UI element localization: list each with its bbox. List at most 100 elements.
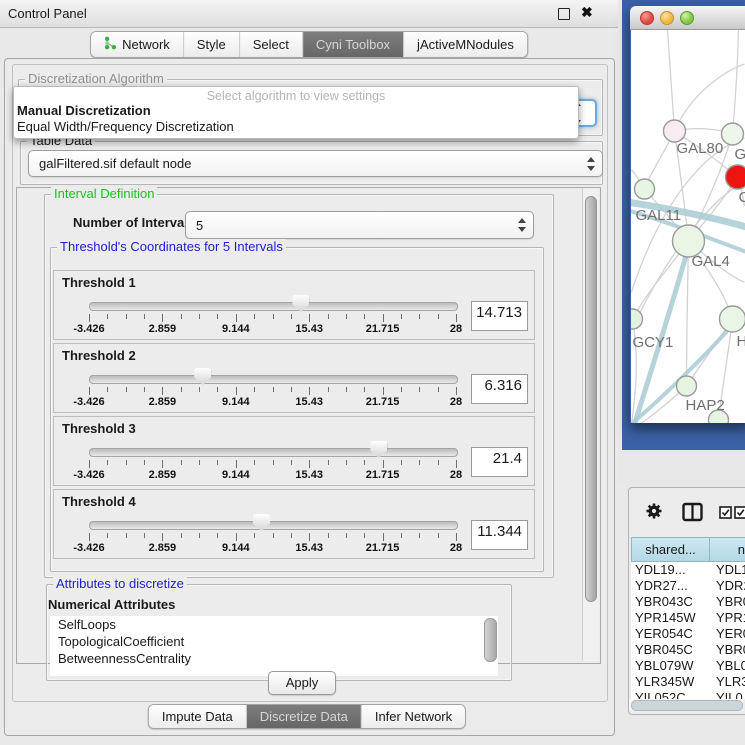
tab-label: Cyni Toolbox <box>316 37 390 52</box>
table-cell: YDR27... <box>631 578 712 594</box>
table-cell: YER054C <box>631 626 712 642</box>
column-header[interactable]: name <box>710 537 745 562</box>
tab-label: jActiveMNodules <box>417 37 514 52</box>
table-cell: YBR043C <box>631 594 712 610</box>
network-node[interactable] <box>635 179 655 199</box>
zoom-traffic-light-icon[interactable] <box>680 11 694 25</box>
checkbox-icon[interactable] <box>734 506 745 522</box>
slider-track[interactable] <box>89 302 458 311</box>
node-table: shared...name YDL19...YDL1YDR27...YDR2YB… <box>631 537 745 699</box>
table-cell: YDL1 <box>712 562 745 578</box>
table-cell: YBR045C <box>631 642 712 658</box>
slider-ticks <box>89 533 456 542</box>
table-row[interactable]: YBR043CYBR0 <box>631 594 745 610</box>
slider-tick-labels: -3.4262.8599.14415.4321.71528 <box>89 469 456 482</box>
threshold-label: Threshold 4 <box>62 494 136 509</box>
table-row[interactable]: YBR045CYBR0 <box>631 642 745 658</box>
network-node[interactable] <box>677 376 697 396</box>
threshold-label: Threshold 2 <box>62 348 136 363</box>
checkbox-icon[interactable] <box>719 506 732 522</box>
table-cell: YLR345W <box>631 674 712 690</box>
list-item[interactable]: BetweennessCentrality <box>50 650 498 667</box>
table-panel-titlebar: Table Panel <box>618 450 745 483</box>
node-label: GAL4 <box>692 253 730 270</box>
tab-network[interactable]: Network <box>91 32 183 57</box>
network-node[interactable] <box>720 306 745 332</box>
table-row[interactable]: YPR145WYPR1 <box>631 610 745 626</box>
tab-jactivemnodules[interactable]: jActiveMNodules <box>403 32 527 57</box>
table-cell: YLR3 <box>712 674 745 690</box>
slider-ticks <box>89 314 456 323</box>
table-data-combobox[interactable]: galFiltered.sif default node <box>28 150 603 177</box>
toolbox-tabbar: Network StyleSelect Cyni Toolbox jActiveMNo… <box>90 31 528 58</box>
node-label: C <box>739 189 745 206</box>
slider-track[interactable] <box>89 375 458 384</box>
network-edge <box>733 30 739 134</box>
threshold-panel: Threshold 4 -3.4262.8599.14415.4321.71528… <box>53 489 535 559</box>
table-cell: YPR145W <box>631 610 712 626</box>
number-of-intervals-combobox[interactable]: 5 <box>185 211 534 239</box>
table-row[interactable]: YBL079WYBL0 <box>631 658 745 674</box>
thresholds-group-title: Threshold's Coordinates for 5 Intervals <box>57 239 286 254</box>
threshold-panel: Threshold 3-3.4262.8599.14415.4321.71528… <box>53 416 535 486</box>
network-node[interactable] <box>722 123 744 145</box>
threshold-value-field[interactable]: 21.4 <box>471 447 528 477</box>
float-window-icon[interactable] <box>558 8 570 20</box>
dropdown-placeholder: Select algorithm to view settings <box>14 89 578 103</box>
close-traffic-light-icon[interactable] <box>640 11 654 25</box>
tab-label: Infer Network <box>375 709 452 724</box>
network-canvas[interactable]: GAL80GACGAL11GAL4GCY1HHAP2 <box>631 30 745 423</box>
vertical-scrollbar-thumb[interactable] <box>585 196 597 602</box>
tab-select[interactable]: Select <box>239 32 302 57</box>
table-cell: YBR0 <box>712 594 745 610</box>
network-node[interactable] <box>726 165 745 189</box>
threshold-value-field[interactable]: 14.713 <box>471 301 528 331</box>
table-data-value: galFiltered.sif default node <box>39 156 191 171</box>
table-cell: YIL0 <box>712 690 743 699</box>
tab-label: Network <box>122 37 170 52</box>
list-scrollbar-thumb[interactable] <box>484 618 497 662</box>
tab-label: Impute Data <box>162 709 233 724</box>
apply-button[interactable]: Apply <box>268 671 336 695</box>
table-row[interactable]: YLR345WYLR3 <box>631 674 745 690</box>
threshold-value-field[interactable]: 6.316 <box>471 374 528 404</box>
node-label: GA <box>735 146 745 163</box>
slider-track[interactable] <box>89 521 458 530</box>
number-of-intervals-value: 5 <box>196 218 203 233</box>
table-cell: YBL0 <box>712 658 745 674</box>
network-node[interactable] <box>664 120 686 142</box>
close-icon[interactable]: ✖ <box>581 4 593 21</box>
table-row[interactable]: YER054CYER0 <box>631 626 745 642</box>
threshold-value-field[interactable]: 11.344 <box>471 520 528 550</box>
network-edge <box>668 30 675 131</box>
control-panel-titlebar: Control Panel ✖ <box>0 0 618 28</box>
slider-tick-labels: -3.4262.8599.14415.4321.71528 <box>89 396 456 409</box>
minimize-traffic-light-icon[interactable] <box>660 11 674 25</box>
split-view-icon[interactable] <box>682 502 703 525</box>
interval-group-title: Interval Definition <box>51 186 157 201</box>
list-item[interactable]: SelfLoops <box>50 616 498 633</box>
table-cell: YIL052C <box>631 690 712 699</box>
tab-infer-network[interactable]: Infer Network <box>361 705 465 728</box>
table-row[interactable]: YDR27...YDR2 <box>631 578 745 594</box>
horizontal-scrollbar-thumb[interactable] <box>631 700 743 711</box>
slider-ticks <box>89 460 456 469</box>
slider-track[interactable] <box>89 448 458 457</box>
table-cell: YDL19... <box>631 562 712 578</box>
tab-discretize-data[interactable]: Discretize Data <box>246 705 361 728</box>
gear-icon[interactable] <box>645 502 663 523</box>
dropdown-item[interactable]: Manual Discretization <box>14 103 578 119</box>
column-header[interactable]: shared... <box>631 537 710 562</box>
dropdown-item[interactable]: Equal Width/Frequency Discretization <box>14 119 578 135</box>
network-icon <box>104 36 117 53</box>
table-cell: YBL079W <box>631 658 712 674</box>
slider-tick-labels: -3.4262.8599.14415.4321.71528 <box>89 542 456 555</box>
node-label: H <box>737 333 745 350</box>
list-item[interactable]: TopologicalCoefficient <box>50 633 498 650</box>
tab-impute-data[interactable]: Impute Data <box>149 705 246 728</box>
tab-cyni-toolbox[interactable]: Cyni Toolbox <box>302 32 403 57</box>
tab-style[interactable]: Style <box>183 32 239 57</box>
table-row[interactable]: YIL052CYIL0 <box>631 690 745 699</box>
node-label: HAP2 <box>686 397 725 414</box>
table-row[interactable]: YDL19...YDL1 <box>631 562 745 578</box>
